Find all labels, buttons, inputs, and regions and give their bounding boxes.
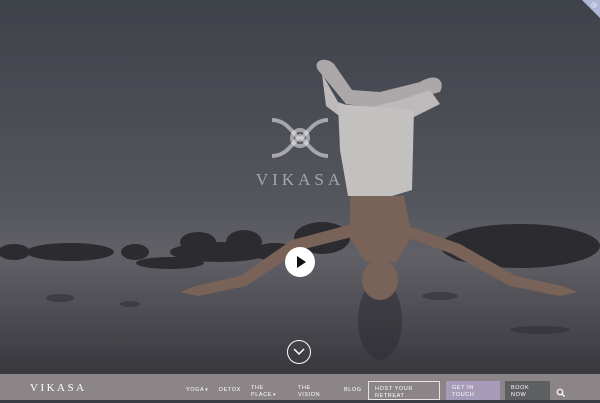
nav-item-the-place[interactable]: THE PLACE▾ — [251, 385, 276, 398]
play-video-button[interactable] — [285, 247, 315, 277]
book-now-button[interactable]: BOOK NOW — [505, 381, 550, 400]
scroll-down-button[interactable] — [287, 340, 311, 364]
nav-item-label-line2: VISION — [298, 391, 321, 398]
button-label-line2: NOW — [511, 391, 527, 398]
nav-item-label: DETOX — [219, 387, 241, 393]
nav-item-label-line2: PLACE — [251, 391, 273, 398]
button-label-line2: RETREAT — [375, 392, 405, 399]
button-label-line2: TOUCH — [452, 391, 475, 398]
chevron-down-icon: ▾ — [273, 391, 277, 398]
search-button[interactable] — [556, 385, 566, 398]
nav-item-label: YOGA — [186, 387, 205, 393]
play-icon — [297, 256, 306, 268]
nav-item-detox[interactable]: DETOX — [219, 387, 241, 394]
search-icon — [556, 388, 566, 398]
nav-item-the-vision[interactable]: THE VISION — [298, 385, 320, 398]
corner-badge-icon[interactable]: ◎ — [582, 0, 600, 18]
hero-video-banner: VIKASA — [0, 0, 600, 374]
get-in-touch-button[interactable]: GET IN TOUCH — [446, 381, 500, 400]
nav-item-blog[interactable]: BLOG — [344, 387, 362, 394]
hero-logo-wordmark: VIKASA — [255, 170, 345, 189]
nav-item-label: BLOG — [344, 387, 362, 393]
chevron-down-icon — [293, 348, 305, 356]
chevron-down-icon: ▾ — [205, 387, 209, 393]
host-retreat-button[interactable]: HOST YOUR RETREAT — [368, 381, 440, 400]
nav-logo[interactable]: VIKASA — [30, 382, 87, 394]
nav-item-yoga[interactable]: YOGA▾ — [186, 387, 208, 394]
